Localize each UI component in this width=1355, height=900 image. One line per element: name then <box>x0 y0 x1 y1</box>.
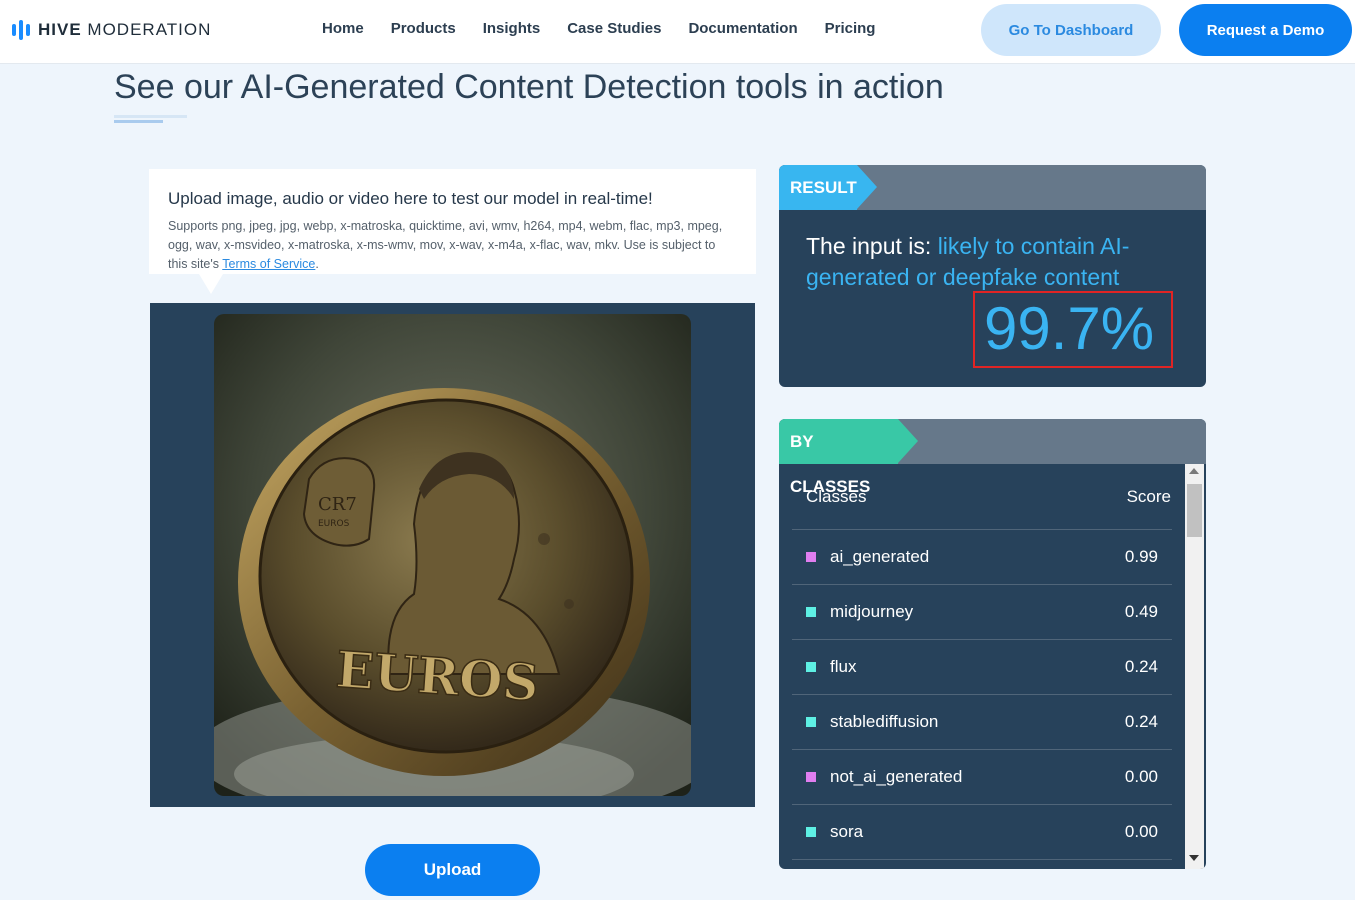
svg-text:CR7: CR7 <box>318 494 357 515</box>
nav-link-home[interactable]: Home <box>322 20 364 37</box>
classes-card: BY CLASSES Classes Score ai_generated 0.… <box>779 419 1206 869</box>
class-swatch <box>806 772 816 782</box>
result-tag: RESULT <box>779 165 877 210</box>
class-swatch <box>806 717 816 727</box>
nav-link-products[interactable]: Products <box>391 20 456 37</box>
title-underline <box>114 115 187 123</box>
class-swatch <box>806 607 816 617</box>
table-row: not_ai_generated 0.00 <box>792 750 1172 805</box>
classes-header: BY CLASSES <box>779 419 1206 496</box>
class-swatch <box>806 662 816 672</box>
go-to-dashboard-button[interactable]: Go To Dashboard <box>981 4 1161 56</box>
terms-of-service-link[interactable]: Terms of Service <box>222 257 315 271</box>
table-row: ai_generated 0.99 <box>792 530 1172 585</box>
upload-title: Upload image, audio or video here to tes… <box>168 189 653 208</box>
scroll-down-icon[interactable] <box>1189 855 1199 861</box>
nav-link-pricing[interactable]: Pricing <box>825 20 876 37</box>
class-swatch <box>806 827 816 837</box>
brand-logo[interactable]: HIVE MODERATION <box>12 19 211 41</box>
upload-button[interactable]: Upload <box>365 844 540 896</box>
result-header: RESULT <box>779 165 1206 210</box>
nav-link-documentation[interactable]: Documentation <box>688 20 797 37</box>
top-nav: HIVE MODERATION Home Products Insights C… <box>0 0 1355 64</box>
brand-name: HIVE MODERATION <box>38 20 212 39</box>
scroll-thumb[interactable] <box>1187 484 1202 537</box>
result-verdict: The input is: likely to contain AI-gener… <box>806 233 1130 290</box>
nav-links: Home Products Insights Case Studies Docu… <box>322 20 875 37</box>
classes-table-header: Classes Score <box>792 464 1172 530</box>
result-score: 99.7% <box>984 295 1155 362</box>
column-score: Score <box>1126 486 1171 506</box>
svg-text:EUROS: EUROS <box>318 519 350 529</box>
classes-tag: BY CLASSES <box>779 419 918 496</box>
media-preview[interactable]: CR7 EUROS EUROS <box>150 303 755 807</box>
nav-link-insights[interactable]: Insights <box>483 20 541 37</box>
result-card: RESULT The input is: likely to contain A… <box>779 165 1206 387</box>
classes-table: Classes Score ai_generated 0.99 midjourn… <box>792 464 1172 860</box>
page-title: See our AI-Generated Content Detection t… <box>114 68 944 106</box>
scroll-up-icon[interactable] <box>1189 468 1199 474</box>
upload-instructions: Upload image, audio or video here to tes… <box>149 169 756 294</box>
uploaded-image: CR7 EUROS EUROS <box>214 314 691 796</box>
classes-scrollbar[interactable] <box>1185 464 1204 869</box>
table-row: stablediffusion 0.24 <box>792 695 1172 750</box>
request-demo-button[interactable]: Request a Demo <box>1179 4 1352 56</box>
nav-link-case-studies[interactable]: Case Studies <box>567 20 661 37</box>
supported-formats: Supports png, jpeg, jpg, webp, x-matrosk… <box>168 219 723 271</box>
table-row: sora 0.00 <box>792 805 1172 860</box>
hive-logo-icon <box>12 20 30 40</box>
column-classes: Classes <box>806 486 867 506</box>
table-row: flux 0.24 <box>792 640 1172 695</box>
table-row: midjourney 0.49 <box>792 585 1172 640</box>
class-swatch <box>806 552 816 562</box>
